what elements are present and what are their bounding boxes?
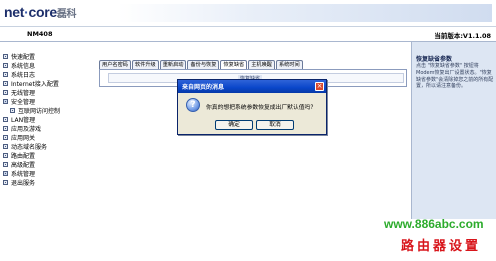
cancel-button[interactable]: 取消: [256, 120, 294, 130]
sidebar-item-label: 快速配置: [11, 53, 36, 61]
sidebar-item-label: Internet接入配置: [11, 80, 59, 88]
dialog-title: 来自网页的消息: [182, 84, 225, 91]
folder-icon: [3, 80, 8, 86]
sidebar-item-label: 应用及游戏: [11, 125, 42, 133]
sidebar-item-label: 无线管理: [11, 89, 36, 97]
confirm-dialog: 来自网页的消息 × ? 你真的想把系统参数恢复成出厂默认值吗？ 确定 取消: [177, 79, 327, 135]
tab-backup-restore[interactable]: 备份与恢复: [187, 60, 220, 69]
help-text: 点击 "恢复缺省参数" 按钮将Modem恢复出厂设置状态。"恢复缺省参数"会清除…: [416, 63, 494, 90]
sidebar-item-system-admin[interactable]: 系统管理: [3, 169, 36, 178]
sidebar-item-ddns[interactable]: 动态域名服务: [3, 142, 48, 151]
sidebar-item-label: 互联网访问控制: [18, 107, 61, 115]
folder-icon: [3, 152, 8, 158]
tab-bar: 用户名密码 软件升级 重新启动 备份与恢复 恢复缺省 主机唤醒 系统时间: [99, 60, 304, 69]
model-bar: NM408 当前版本:V1.1.08: [0, 27, 496, 42]
sidebar-item-logout[interactable]: 退出服务: [3, 178, 36, 187]
logo-cn: 磊科: [56, 9, 77, 20]
tab-firmware-upgrade[interactable]: 软件升级: [131, 60, 159, 69]
watermark-url: www.886abc.com: [384, 217, 484, 231]
sidebar-item-system-info[interactable]: 系统信息: [3, 61, 36, 70]
watermark-caption: 路由器设置: [401, 239, 482, 254]
logo-core: core: [28, 4, 57, 20]
sidebar-item-app-gateway[interactable]: 应用网关: [3, 133, 36, 142]
page-icon: [10, 107, 15, 113]
sidebar: 快速配置 系统信息 系统日志 Internet接入配置 无线管理 安全管理 互联…: [0, 52, 94, 204]
folder-icon: [3, 161, 8, 167]
sidebar-item-security[interactable]: 安全管理: [3, 97, 36, 106]
tab-system-time[interactable]: 系统时间: [275, 60, 303, 69]
logo-net: net: [4, 4, 25, 20]
question-icon: ?: [186, 98, 200, 112]
sidebar-item-label: 退出服务: [11, 179, 36, 187]
sidebar-item-advanced[interactable]: 高级配置: [3, 160, 36, 169]
sidebar-item-label: LAN管理: [11, 116, 36, 124]
logo: net·core磊科: [4, 4, 77, 20]
folder-icon: [3, 89, 8, 95]
model-name: NM408: [27, 30, 53, 38]
folder-icon: [3, 71, 8, 77]
folder-icon: [3, 62, 8, 68]
folder-open-icon: [3, 98, 8, 104]
sidebar-item-apps-games[interactable]: 应用及游戏: [3, 124, 42, 133]
tab-wake-on-lan[interactable]: 主机唤醒: [248, 60, 275, 69]
sidebar-item-label: 系统管理: [11, 170, 36, 178]
sidebar-item-label: 系统日志: [11, 71, 36, 79]
sidebar-item-label: 安全管理: [11, 98, 36, 106]
sidebar-item-internet[interactable]: Internet接入配置: [3, 79, 59, 88]
sidebar-item-lan[interactable]: LAN管理: [3, 115, 36, 124]
folder-icon: [3, 125, 8, 131]
sidebar-item-label: 系统信息: [11, 62, 36, 70]
help-panel: 恢复缺省参数 点击 "恢复缺省参数" 按钮将Modem恢复出厂设置状态。"恢复缺…: [411, 42, 496, 219]
close-icon[interactable]: ×: [315, 82, 324, 91]
header: net·core磊科: [0, 0, 496, 27]
sidebar-item-label: 路由配置: [11, 152, 36, 160]
folder-icon: [3, 134, 8, 140]
sidebar-item-wireless[interactable]: 无线管理: [3, 88, 36, 97]
folder-open-icon: [3, 170, 8, 176]
dialog-message: 你真的想把系统参数恢复成出厂默认值吗？: [206, 105, 317, 111]
folder-icon: [3, 116, 8, 122]
tab-reboot[interactable]: 重新启动: [159, 60, 187, 69]
sidebar-item-label: 应用网关: [11, 134, 36, 142]
folder-icon: [3, 179, 8, 185]
sidebar-item-routing[interactable]: 路由配置: [3, 151, 36, 160]
help-title: 恢复缺省参数: [416, 56, 453, 63]
sidebar-item-system-log[interactable]: 系统日志: [3, 70, 36, 79]
ok-button[interactable]: 确定: [215, 120, 253, 130]
folder-icon: [3, 143, 8, 149]
dialog-titlebar[interactable]: 来自网页的消息 ×: [178, 80, 326, 93]
tab-username-password[interactable]: 用户名密码: [99, 60, 131, 69]
sidebar-item-label: 动态域名服务: [11, 143, 48, 151]
sidebar-item-access-control[interactable]: 互联网访问控制: [10, 106, 61, 115]
folder-icon: [3, 53, 8, 59]
firmware-version: 当前版本:V1.1.08: [434, 32, 491, 40]
sidebar-item-quick-setup[interactable]: 快速配置: [3, 52, 36, 61]
tab-factory-default[interactable]: 恢复缺省: [220, 60, 248, 69]
header-banner: [118, 4, 492, 22]
sidebar-item-label: 高级配置: [11, 161, 36, 169]
